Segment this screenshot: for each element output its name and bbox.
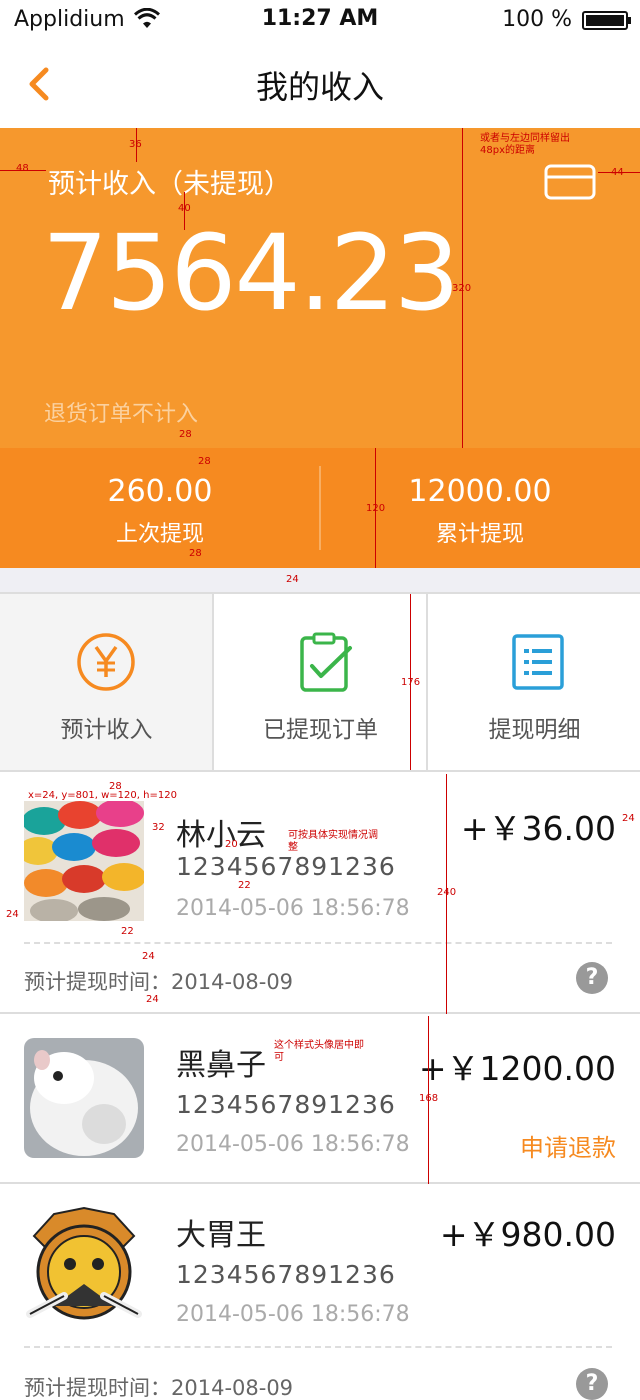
yen-icon xyxy=(77,633,135,691)
battery-icon xyxy=(582,11,631,30)
avatar xyxy=(24,801,144,921)
order-item[interactable]: 大胃王 1234567891236 2014-05-06 18:56:78 +￥… xyxy=(0,1184,640,1400)
pirate-emblem-image xyxy=(24,1206,144,1326)
spec-24: 24 xyxy=(286,574,299,585)
estimated-withdraw-time: 预计提现时间：2014-08-09 xyxy=(24,1376,294,1400)
customer-phone: 1234567891236 xyxy=(176,1090,396,1119)
order-price: +￥36.00 xyxy=(460,809,616,848)
hamster-image xyxy=(24,1038,144,1158)
battery-percent: 100 % xyxy=(502,7,572,32)
tab-bar: 预计收入 已提现订单 提现明细 xyxy=(0,592,640,772)
help-icon[interactable]: ? xyxy=(576,1368,608,1400)
spec-168: 168 xyxy=(419,1093,439,1104)
order-datetime: 2014-05-06 18:56:78 xyxy=(176,1132,410,1157)
order-datetime: 2014-05-06 18:56:78 xyxy=(176,1302,410,1327)
order-datetime: 2014-05-06 18:56:78 xyxy=(176,896,410,921)
spec-240: 240 xyxy=(437,887,457,898)
last-withdraw-value: 260.00 xyxy=(107,474,213,509)
estimated-income-amount: 7564.23 xyxy=(42,212,460,334)
list-icon xyxy=(512,634,564,690)
apply-refund-link[interactable]: 申请退款 xyxy=(520,1128,616,1163)
status-bar: Applidium 11:27 AM 100 % xyxy=(0,0,640,40)
spec-28: 28 xyxy=(198,456,211,467)
spec-28: 28 xyxy=(189,548,202,559)
navigation-bar: 我的收入 xyxy=(0,40,640,128)
tab-withdraw-details[interactable]: 提现明细 xyxy=(428,594,640,770)
customer-name: 黑鼻子 xyxy=(176,1048,266,1083)
clipboard-check-icon xyxy=(300,632,352,692)
spec-36: 36 xyxy=(129,139,142,150)
customer-phone: 1234567891236 xyxy=(176,852,396,881)
avatar xyxy=(24,1038,144,1158)
spec-320: 320 xyxy=(452,283,472,294)
order-price: +￥1200.00 xyxy=(418,1049,616,1088)
tab-label: 提现明细 xyxy=(488,717,581,743)
page-title: 我的收入 xyxy=(255,68,384,106)
spec-avatar-box: x=24, y=801, w=120, h=120 xyxy=(28,790,177,801)
tab-label: 预计收入 xyxy=(60,717,153,743)
total-withdraw-label: 累计提现 xyxy=(435,522,524,547)
spec-40: 40 xyxy=(178,203,191,214)
spec-side-note: 或者与左边同样留出48px的距离 xyxy=(480,133,570,156)
last-withdraw-label: 上次提现 xyxy=(115,522,204,547)
spec-22: 22 xyxy=(238,880,251,891)
spec-24: 24 xyxy=(6,909,19,920)
dashed-divider xyxy=(24,942,612,944)
last-withdraw: 260.00 上次提现 xyxy=(0,448,320,568)
estimated-income-label: 预计收入（未提现） xyxy=(48,169,291,200)
tab-withdrawn-orders[interactable]: 已提现订单 xyxy=(214,594,427,770)
thread-spools-image xyxy=(24,801,144,921)
order-price: +￥980.00 xyxy=(439,1215,616,1254)
spec-44: 44 xyxy=(611,167,624,178)
spec-28: 28 xyxy=(179,429,192,440)
spec-120: 120 xyxy=(366,503,386,514)
customer-phone: 1234567891236 xyxy=(176,1260,396,1289)
customer-name: 大胃王 xyxy=(176,1218,266,1253)
spec-32: 32 xyxy=(152,822,165,833)
spec-center-note: 这个样式头像居中即可 xyxy=(274,1040,364,1063)
help-icon[interactable]: ? xyxy=(576,962,608,994)
spec-176: 176 xyxy=(401,677,421,688)
spec-20: 20 xyxy=(225,839,238,850)
spec-24: 24 xyxy=(142,951,155,962)
spec-24: 24 xyxy=(146,994,159,1005)
dashed-divider xyxy=(24,1346,612,1348)
withdraw-summary: 260.00 上次提现 12000.00 累计提现 xyxy=(0,448,640,568)
spec-24: 24 xyxy=(622,813,635,824)
tab-label: 已提现订单 xyxy=(263,717,378,743)
spec-impl-note: 可按具体实现情况调整 xyxy=(288,830,378,853)
estimated-withdraw-time: 预计提现时间：2014-08-09 xyxy=(24,970,294,994)
tab-estimated-income[interactable]: 预计收入 xyxy=(0,594,213,770)
order-item[interactable]: 林小云 1234567891236 2014-05-06 18:56:78 +￥… xyxy=(0,772,640,1014)
spec-48: 48 xyxy=(16,163,29,174)
spec-22: 22 xyxy=(121,926,134,937)
avatar xyxy=(24,1206,144,1326)
return-note: 退货订单不计入 xyxy=(44,402,199,427)
card-icon[interactable] xyxy=(544,164,596,200)
income-hero: 预计收入（未提现） 7564.23 退货订单不计入 xyxy=(0,128,640,448)
customer-name: 林小云 xyxy=(176,818,266,853)
